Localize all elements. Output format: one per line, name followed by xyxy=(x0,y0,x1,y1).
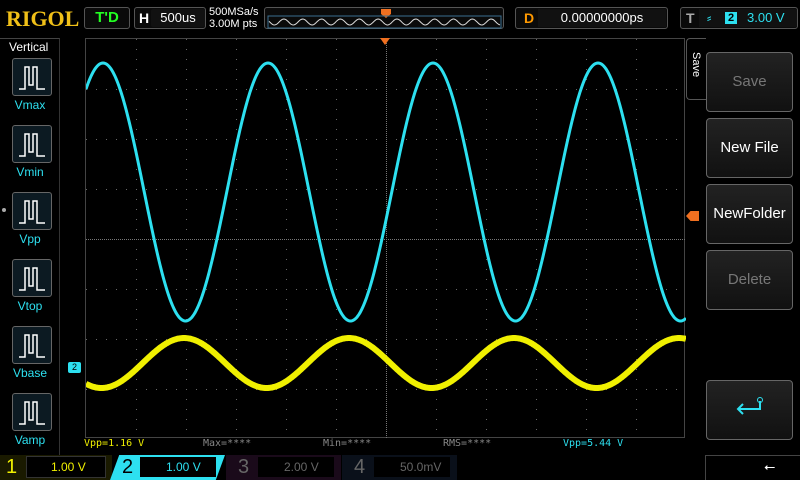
trigger-source: 2 xyxy=(725,12,737,24)
vbase-icon xyxy=(19,334,45,358)
return-button[interactable] xyxy=(706,380,793,440)
save-menu-tab: Save xyxy=(690,52,702,78)
save-button[interactable]: Save xyxy=(706,52,793,112)
vpp-icon xyxy=(19,200,45,224)
overview-wave xyxy=(267,9,502,29)
measure-vamp-button[interactable] xyxy=(12,393,52,431)
run-status[interactable]: T'D xyxy=(84,7,130,29)
ch1-scale: 1.00 V xyxy=(26,456,106,478)
measure-label: Vamp xyxy=(14,433,46,447)
rms-measure: RMS=**** xyxy=(443,438,492,449)
usb-status: ⭠ xyxy=(705,455,800,480)
ch1-vpp: Vpp=1.16 V xyxy=(84,438,145,449)
delay-value: 0.00000000ps xyxy=(538,9,666,27)
ch2-button[interactable]: 2 1.00 V xyxy=(110,455,225,480)
save-menu: Save Save New File NewFolder Delete xyxy=(686,38,800,440)
delete-button[interactable]: Delete xyxy=(706,250,793,310)
measure-vmax-button[interactable] xyxy=(12,58,52,96)
measure-label: Vpp xyxy=(19,232,41,246)
ch3-scale: 2.00 V xyxy=(258,457,334,477)
measure-label: Vtop xyxy=(17,299,43,313)
measure-label: Vbase xyxy=(12,366,48,380)
trigger-level-marker[interactable] xyxy=(686,211,699,221)
ch4-number: 4 xyxy=(354,456,366,478)
rigol-logo: RIGOL xyxy=(6,6,80,31)
ch1-number: 1 xyxy=(6,456,18,478)
waveform-grid xyxy=(84,39,688,438)
rising-edge-icon: ⸗ xyxy=(707,10,712,25)
ch2-scale: 1.00 V xyxy=(140,457,216,477)
trigger-level: 3.00 V xyxy=(747,10,785,25)
memory-depth: 3.00M pts xyxy=(209,18,258,30)
vtop-icon xyxy=(19,267,45,291)
vertical-menu-title: Vertical xyxy=(9,40,49,54)
ch1-button[interactable]: 1 1.00 V xyxy=(0,455,112,480)
measure-vpp-button[interactable] xyxy=(12,192,52,230)
ch4-scale: 50.0mV xyxy=(374,457,450,477)
horizontal-label: H xyxy=(139,10,150,26)
timebase-box[interactable]: H 500us xyxy=(134,7,206,29)
measure-vbase-button[interactable] xyxy=(12,326,52,364)
ch4-button[interactable]: 4 50.0mV xyxy=(342,455,457,480)
min-measure: Min=**** xyxy=(323,438,372,449)
vmin-icon xyxy=(19,133,45,157)
measure-vtop-button[interactable] xyxy=(12,259,52,297)
ch3-button[interactable]: 3 2.00 V xyxy=(226,455,341,480)
sample-rate: 500MSa/s xyxy=(209,6,259,18)
ch2-number: 2 xyxy=(122,456,134,478)
selection-dot xyxy=(2,208,6,212)
measure-label: Vmin xyxy=(16,165,44,179)
return-icon xyxy=(736,397,763,415)
waveform-display xyxy=(84,38,688,438)
delay-label: D xyxy=(524,10,535,26)
delay-box[interactable]: D 0.00000000ps xyxy=(515,7,668,29)
max-measure: Max=**** xyxy=(203,438,252,449)
new-file-button[interactable]: New File xyxy=(706,118,793,178)
ch3-number: 3 xyxy=(238,456,250,478)
ch2-vpp: Vpp=5.44 V xyxy=(563,438,624,449)
timebase-value: 500us xyxy=(151,9,205,27)
vmax-icon xyxy=(19,66,45,90)
new-folder-button[interactable]: NewFolder xyxy=(706,184,793,244)
trigger-label: T xyxy=(686,10,695,26)
ch2-offset-marker[interactable]: 2 xyxy=(68,362,81,373)
waveform-overview[interactable] xyxy=(264,7,504,29)
trigger-box[interactable]: T ⸗ 2 3.00 V xyxy=(680,7,798,29)
usb-icon: ⭠ xyxy=(764,458,776,474)
measure-label: Vmax xyxy=(14,98,46,112)
vamp-icon xyxy=(19,401,45,425)
measure-vmin-button[interactable] xyxy=(12,125,52,163)
acquisition-info: 500MSa/s 3.00M pts xyxy=(209,6,259,30)
